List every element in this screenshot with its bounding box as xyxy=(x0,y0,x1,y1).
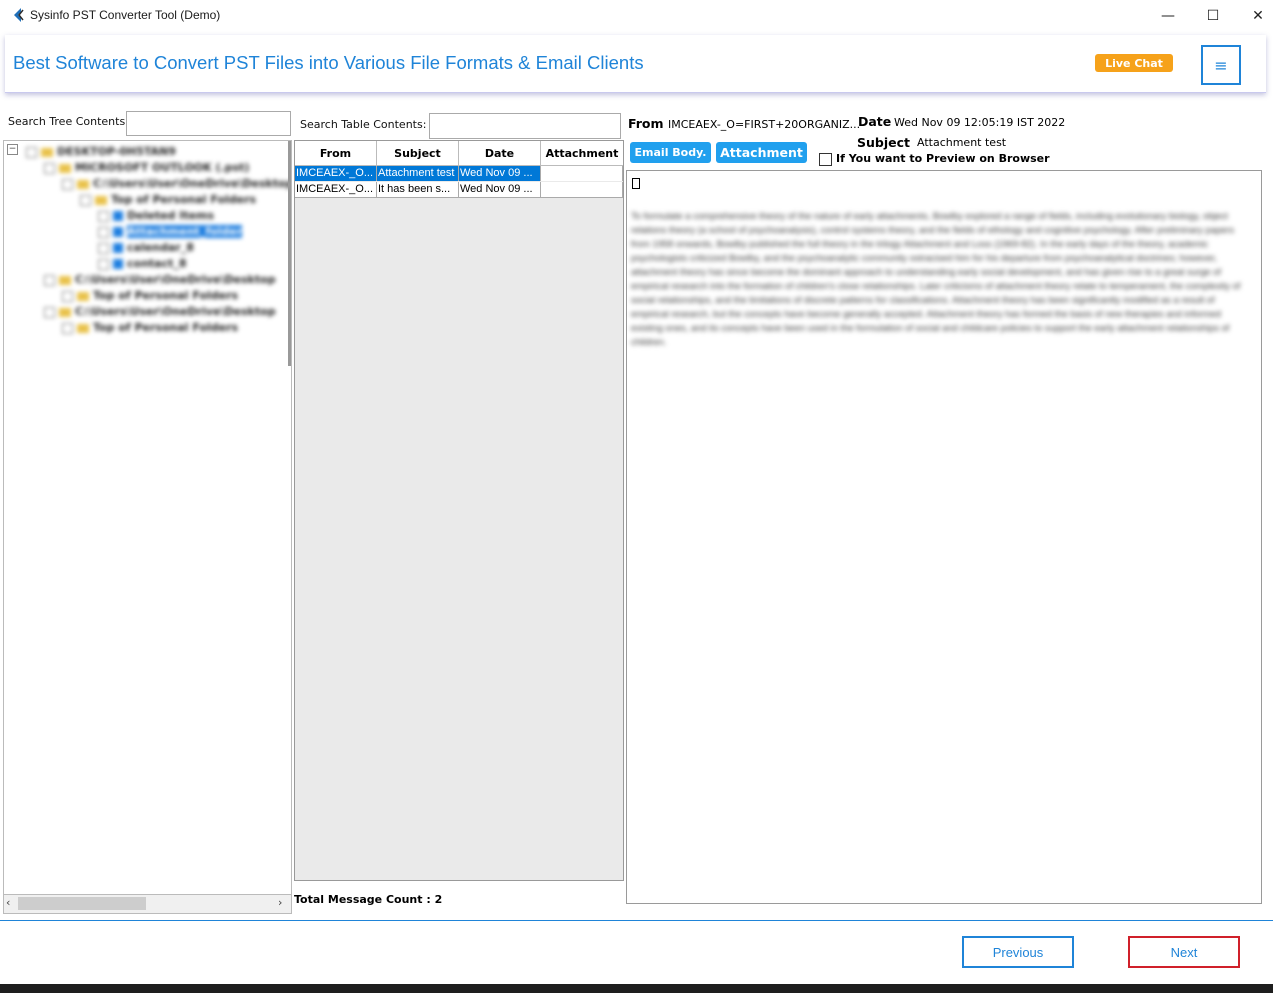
tree-node[interactable]: DESKTOP-0H5TAN9 xyxy=(26,145,176,158)
tree-horizontal-scrollbar[interactable]: ‹ › xyxy=(3,894,292,914)
tree-node[interactable]: contact_8 xyxy=(98,257,187,270)
date-label: Date xyxy=(858,114,892,129)
preview-browser-checkbox[interactable] xyxy=(819,153,832,166)
app-logo-icon xyxy=(14,8,24,22)
subject-label: Subject xyxy=(857,135,910,150)
tree-node[interactable]: Top of Personal Folders xyxy=(62,289,238,302)
tree-node-selected[interactable]: Attachment_folder xyxy=(98,225,243,238)
cell-date: Wed Nov 09 ... xyxy=(459,166,541,181)
tree-node[interactable]: calendar_8 xyxy=(98,241,194,254)
email-body-tab[interactable]: Email Body. xyxy=(630,142,711,163)
search-tree-input[interactable] xyxy=(126,111,291,136)
scroll-right-icon[interactable]: › xyxy=(278,896,282,909)
footer-divider xyxy=(0,920,1273,921)
preview-browser-label: If You want to Preview on Browser xyxy=(836,152,1050,165)
missing-glyph-icon xyxy=(632,178,640,189)
banner-title: Best Software to Convert PST Files into … xyxy=(13,52,644,73)
previous-button[interactable]: Previous xyxy=(962,936,1074,968)
tree-nodes: DESKTOP-0H5TAN9 MICROSOFT OUTLOOK (.pst)… xyxy=(4,141,291,341)
tree-node[interactable]: Top of Personal Folders xyxy=(80,193,256,206)
scroll-left-icon[interactable]: ‹ xyxy=(6,896,10,909)
from-value: IMCEAEX-_O=FIRST+20ORGANIZ... xyxy=(668,118,861,131)
subject-value: Attachment test xyxy=(917,136,1007,149)
attachment-tab[interactable]: Attachment xyxy=(716,142,807,163)
hamburger-menu-button[interactable]: ≡ xyxy=(1201,45,1241,85)
email-body-panel[interactable]: To formulate a comprehensive theory of t… xyxy=(626,170,1262,904)
from-label: From xyxy=(628,116,664,131)
table-row-selected[interactable]: IMCEAEX-_O... Attachment test Wed Nov 09… xyxy=(295,166,623,182)
column-header-from[interactable]: From xyxy=(295,141,377,166)
scrollbar-thumb[interactable] xyxy=(18,897,146,910)
tree-node[interactable]: C:\Users\User\OneDrive\Desktop xyxy=(62,177,291,190)
window-title: Sysinfo PST Converter Tool (Demo) xyxy=(30,8,221,22)
cell-attachment xyxy=(541,182,623,198)
tree-node[interactable]: MICROSOFT OUTLOOK (.pst) xyxy=(44,161,249,174)
total-message-count: Total Message Count : 2 xyxy=(294,893,443,906)
minimize-button[interactable]: — xyxy=(1145,0,1191,31)
tree-node[interactable]: C:\Users\User\OneDrive\Desktop xyxy=(44,305,276,318)
cell-from: IMCEAEX-_O... xyxy=(295,166,377,181)
next-button[interactable]: Next xyxy=(1128,936,1240,968)
search-tree-label: Search Tree Contents: xyxy=(8,115,129,128)
cell-subject: Attachment test xyxy=(377,166,459,181)
search-table-input[interactable] xyxy=(429,113,621,139)
column-header-attachment[interactable]: Attachment xyxy=(541,141,623,166)
title-bar: Sysinfo PST Converter Tool (Demo) — ☐ ✕ xyxy=(0,0,1273,31)
date-value: Wed Nov 09 12:05:19 IST 2022 xyxy=(894,116,1066,129)
cell-from: IMCEAEX-_O... xyxy=(295,182,377,198)
taskbar xyxy=(0,984,1273,993)
cell-attachment xyxy=(541,166,623,181)
header-banner: Best Software to Convert PST Files into … xyxy=(5,35,1266,93)
hamburger-icon: ≡ xyxy=(1214,55,1228,75)
maximize-button[interactable]: ☐ xyxy=(1190,0,1236,31)
email-body-text: To formulate a comprehensive theory of t… xyxy=(631,210,1241,347)
cell-subject: It has been s... xyxy=(377,182,459,198)
message-table: From Subject Date Attachment IMCEAEX-_O.… xyxy=(294,140,624,881)
tree-vertical-scrollbar[interactable] xyxy=(288,141,291,366)
column-header-subject[interactable]: Subject xyxy=(377,141,459,166)
tree-node[interactable]: Top of Personal Folders xyxy=(62,321,238,334)
table-row[interactable]: IMCEAEX-_O... It has been s... Wed Nov 0… xyxy=(295,182,623,198)
close-button[interactable]: ✕ xyxy=(1235,0,1273,31)
cell-date: Wed Nov 09 ... xyxy=(459,182,541,198)
column-header-date[interactable]: Date xyxy=(459,141,541,166)
tree-node[interactable]: C:\Users\User\OneDrive\Desktop xyxy=(44,273,276,286)
search-table-label: Search Table Contents: xyxy=(300,118,427,131)
folder-tree: − DESKTOP-0H5TAN9 MICROSOFT OUTLOOK (.ps… xyxy=(3,140,292,914)
live-chat-button[interactable]: Live Chat xyxy=(1095,54,1173,72)
tree-node[interactable]: Deleted Items xyxy=(98,209,214,222)
